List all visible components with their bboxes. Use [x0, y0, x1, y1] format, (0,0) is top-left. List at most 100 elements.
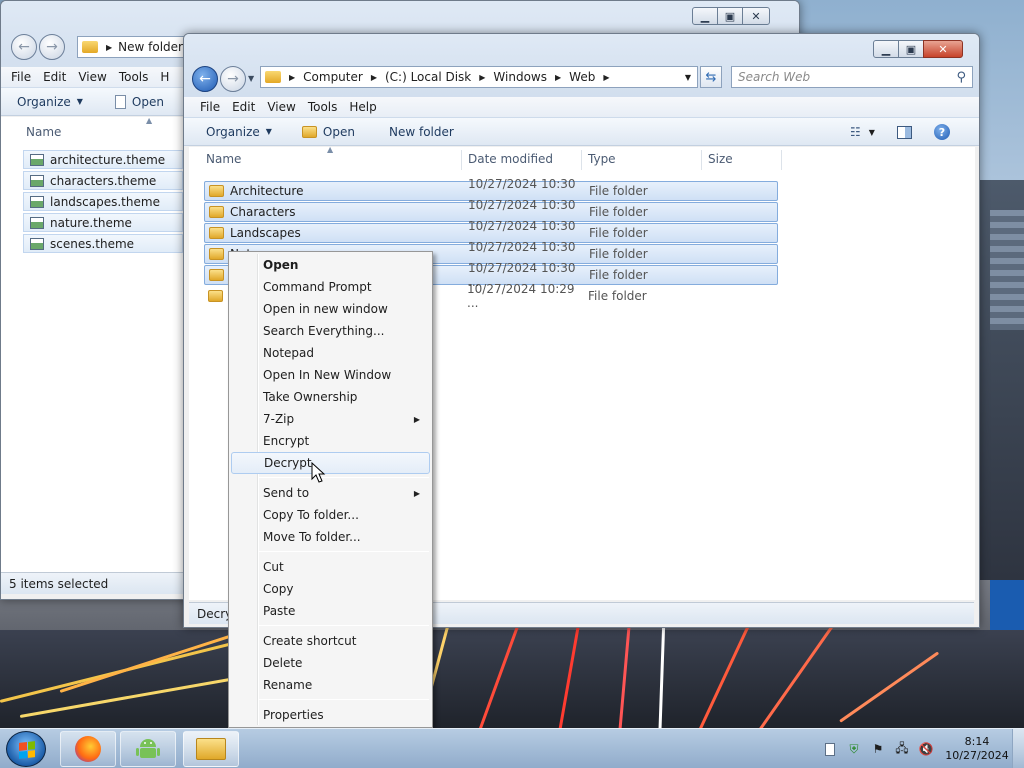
context-menu-item-move-to-folder[interactable]: Move To folder...	[231, 526, 430, 548]
recent-pages-dropdown-icon[interactable]: ▼	[248, 74, 254, 83]
minimize-button[interactable]: ▁	[692, 7, 718, 25]
preview-pane-icon[interactable]	[896, 125, 912, 139]
clock[interactable]: 8:14 10/27/2024	[942, 735, 1012, 763]
address-bar[interactable]: ▶ New folder	[77, 36, 187, 58]
menu-tools[interactable]: Tools	[113, 70, 155, 84]
context-menu-item-open[interactable]: Open	[231, 254, 430, 276]
back-arrow-icon: ←	[18, 39, 30, 55]
file-row[interactable]: scenes.theme	[23, 234, 183, 253]
submenu-arrow-icon: ▶	[413, 414, 420, 424]
menu-edit[interactable]: Edit	[37, 70, 72, 84]
context-menu-item-take-ownership[interactable]: Take Ownership	[231, 386, 430, 408]
context-menu-item-copy-to-folder[interactable]: Copy To folder...	[231, 504, 430, 526]
volume-muted-icon[interactable]: 🔇	[918, 741, 934, 757]
context-menu-item-command-prompt[interactable]: Command Prompt	[231, 276, 430, 298]
document-icon[interactable]	[822, 741, 838, 757]
column-header-date[interactable]: Date modified	[468, 152, 553, 166]
menu-item-label: 7-Zip	[263, 412, 295, 426]
file-name: nature.theme	[50, 215, 132, 230]
menu-file[interactable]: File	[1, 70, 37, 84]
new-folder-label: New folder	[388, 124, 454, 139]
forward-button[interactable]: →	[220, 66, 246, 92]
column-header-name[interactable]: Name	[206, 152, 241, 166]
back-button[interactable]: ←	[192, 66, 218, 92]
start-button[interactable]	[6, 731, 46, 767]
breadcrumb-web[interactable]: Web	[569, 70, 595, 84]
breadcrumb-item[interactable]: New folder	[118, 40, 183, 54]
column-header-type[interactable]: Type	[588, 152, 616, 166]
open-label: Open	[322, 124, 355, 139]
column-header-name[interactable]: Name	[26, 125, 61, 139]
context-menu-item-open-in-new-window[interactable]: Open in new window	[231, 298, 430, 320]
menu-view[interactable]: View	[261, 100, 301, 114]
context-menu-item-notepad[interactable]: Notepad	[231, 342, 430, 364]
taskbar-android[interactable]	[120, 731, 176, 767]
new-folder-button[interactable]: New folder	[365, 125, 464, 139]
close-button[interactable]: ✕	[923, 40, 963, 58]
minimize-button[interactable]: ▁	[873, 40, 899, 58]
context-menu-item-create-shortcut[interactable]: Create shortcut	[231, 630, 430, 652]
context-menu-item-delete[interactable]: Delete	[231, 652, 430, 674]
menu-help[interactable]: H	[154, 70, 175, 84]
open-button[interactable]: Open	[93, 94, 174, 109]
taskbar-firefox[interactable]	[60, 731, 116, 767]
forward-button[interactable]: →	[39, 34, 65, 60]
column-divider[interactable]	[781, 150, 782, 170]
column-divider[interactable]	[581, 150, 582, 170]
file-row[interactable]: architecture.theme	[23, 150, 183, 169]
context-menu-item-search-everything[interactable]: Search Everything...	[231, 320, 430, 342]
context-menu-item-7-zip[interactable]: 7-Zip ▶	[231, 408, 430, 430]
context-menu-item-rename[interactable]: Rename	[231, 674, 430, 696]
show-desktop-button[interactable]	[1012, 729, 1024, 768]
search-box[interactable]: Search Web ⚲	[731, 66, 973, 88]
context-menu-item-decrypt[interactable]: Decrypt	[231, 452, 430, 474]
file-row[interactable]: landscapes.theme	[23, 192, 183, 211]
context-menu-item-send-to[interactable]: Send to ▶	[231, 482, 430, 504]
column-header-size[interactable]: Size	[708, 152, 733, 166]
view-dropdown-icon[interactable]: ▼	[869, 128, 875, 137]
context-menu-item-properties[interactable]: Properties	[231, 704, 430, 726]
maximize-button[interactable]: ▣	[717, 7, 743, 25]
change-view-icon[interactable]: ☷	[850, 125, 861, 139]
breadcrumb-windows[interactable]: Windows	[493, 70, 547, 84]
shield-icon[interactable]: ⛨	[846, 741, 862, 757]
help-icon[interactable]: ?	[933, 124, 950, 140]
folder-name: Characters	[230, 205, 296, 219]
file-row[interactable]: characters.theme	[23, 171, 183, 190]
address-dropdown-icon[interactable]: ▼	[685, 73, 691, 82]
notification-area: ⛨ ⚑ 🖧 🔇 8:14 10/27/2024	[822, 729, 1024, 768]
forward-arrow-icon: →	[46, 39, 58, 55]
taskbar: ⛨ ⚑ 🖧 🔇 8:14 10/27/2024	[0, 728, 1024, 768]
breadcrumb-chevron-icon: ▶	[555, 72, 562, 82]
taskbar-explorer[interactable]	[183, 731, 239, 767]
refresh-button[interactable]: ⇆	[700, 66, 722, 88]
explorer-icon	[196, 738, 226, 760]
close-button[interactable]: ✕	[742, 7, 770, 25]
menu-edit[interactable]: Edit	[226, 100, 261, 114]
maximize-button[interactable]: ▣	[898, 40, 924, 58]
context-menu-item-paste[interactable]: Paste	[231, 600, 430, 622]
breadcrumb-local-disk[interactable]: (C:) Local Disk	[385, 70, 471, 84]
back-button[interactable]: ←	[11, 34, 37, 60]
search-icon[interactable]: ⚲	[956, 70, 966, 85]
column-divider[interactable]	[461, 150, 462, 170]
network-icon[interactable]: 🖧	[894, 741, 910, 757]
context-menu-item-cut[interactable]: Cut	[231, 556, 430, 578]
organize-button[interactable]: Organize ▼	[1, 95, 93, 109]
breadcrumb-computer[interactable]: Computer	[303, 70, 363, 84]
file-row[interactable]: nature.theme	[23, 213, 183, 232]
menu-tools[interactable]: Tools	[302, 100, 344, 114]
flag-icon[interactable]: ⚑	[870, 741, 886, 757]
organize-button[interactable]: Organize ▼	[184, 125, 282, 139]
context-menu-item-encrypt[interactable]: Encrypt	[231, 430, 430, 452]
folder-icon	[208, 290, 223, 302]
address-bar[interactable]: ▶ Computer ▶ (C:) Local Disk ▶ Windows ▶…	[260, 66, 698, 88]
menu-help[interactable]: Help	[343, 100, 382, 114]
menu-file[interactable]: File	[184, 100, 226, 114]
breadcrumb-chevron-icon: ▶	[479, 72, 486, 82]
open-button[interactable]: Open	[282, 125, 365, 139]
column-divider[interactable]	[701, 150, 702, 170]
context-menu-item-copy[interactable]: Copy	[231, 578, 430, 600]
menu-view[interactable]: View	[72, 70, 112, 84]
context-menu-item-open-in-new-window[interactable]: Open In New Window	[231, 364, 430, 386]
